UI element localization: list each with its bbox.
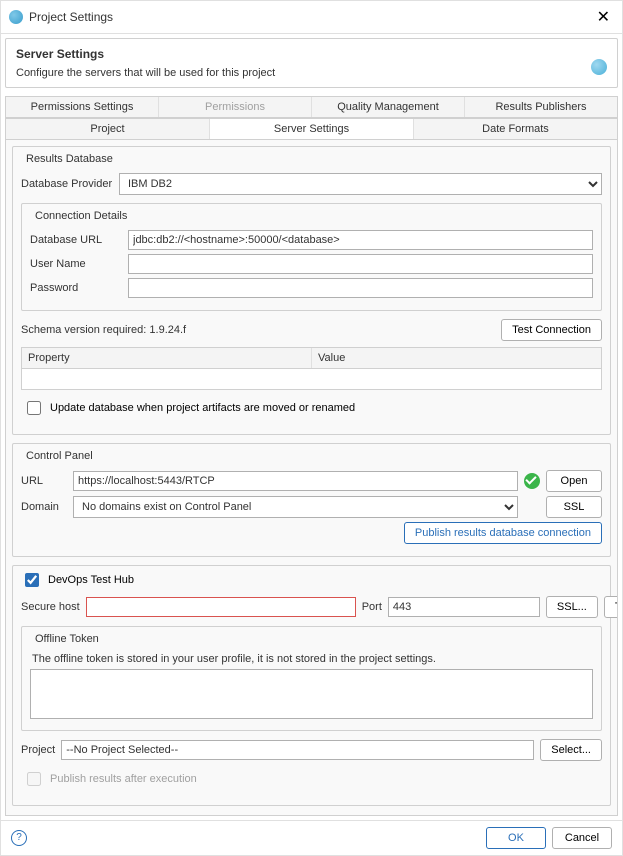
table-header-property: Property (22, 348, 312, 368)
devops-checkbox[interactable] (25, 573, 39, 587)
tab-quality-management[interactable]: Quality Management (312, 97, 465, 117)
test-connection-button[interactable]: Test Connection (501, 319, 602, 341)
publish-after-label: Publish results after execution (50, 773, 197, 785)
offline-token-group: Offline Token The offline token is store… (21, 626, 602, 731)
database-provider-label: Database Provider (21, 178, 113, 190)
cp-url-input[interactable] (73, 471, 518, 491)
cancel-button[interactable]: Cancel (552, 827, 612, 849)
devops-group: DevOps Test Hub Secure host Port SSL... … (12, 565, 611, 806)
close-icon[interactable]: ✕ (593, 7, 614, 27)
header-subtitle: Configure the servers that will be used … (16, 67, 591, 79)
update-database-checkbox[interactable] (27, 401, 41, 415)
secure-host-input[interactable] (86, 597, 356, 617)
tab-permissions-settings[interactable]: Permissions Settings (6, 97, 159, 117)
window-title: Project Settings (29, 10, 593, 24)
devops-test-button[interactable]: Test... (604, 596, 618, 618)
header-title: Server Settings (16, 47, 591, 61)
port-input[interactable] (388, 597, 540, 617)
control-panel-legend: Control Panel (23, 450, 96, 462)
secure-host-label: Secure host (21, 601, 80, 613)
table-header-value: Value (312, 348, 601, 368)
ok-button[interactable]: OK (486, 827, 546, 849)
open-button[interactable]: Open (546, 470, 602, 492)
tab-project[interactable]: Project (6, 119, 210, 139)
database-url-input[interactable] (128, 230, 593, 250)
ssl-button[interactable]: SSL (546, 496, 602, 518)
devops-label: DevOps Test Hub (48, 574, 134, 586)
user-name-label: User Name (30, 258, 122, 270)
titlebar: Project Settings ✕ (1, 1, 622, 34)
offline-token-input[interactable] (30, 669, 593, 719)
table-body (22, 369, 601, 389)
header-panel: Server Settings Configure the servers th… (5, 38, 618, 88)
cp-domain-select[interactable]: No domains exist on Control Panel (73, 496, 518, 518)
publish-connection-button[interactable]: Publish results database connection (404, 522, 602, 544)
publish-after-checkbox (27, 772, 41, 786)
database-url-label: Database URL (30, 234, 122, 246)
check-ok-icon (524, 473, 540, 489)
tab-server-settings[interactable]: Server Settings (210, 119, 414, 139)
offline-token-note: The offline token is stored in your user… (32, 653, 593, 665)
app-icon (9, 10, 23, 24)
property-table: Property Value (21, 347, 602, 390)
password-input[interactable] (128, 278, 593, 298)
results-database-group: Results Database Database Provider IBM D… (12, 146, 611, 435)
cp-url-label: URL (21, 475, 67, 487)
select-project-button[interactable]: Select... (540, 739, 602, 761)
tab-date-formats[interactable]: Date Formats (414, 119, 617, 139)
devops-ssl-button[interactable]: SSL... (546, 596, 598, 618)
help-icon[interactable]: ? (11, 830, 27, 846)
tabs: Permissions Settings Permissions Quality… (5, 96, 618, 140)
control-panel-group: Control Panel URL Open Domain No domains… (12, 443, 611, 557)
content-area: Results Database Database Provider IBM D… (5, 140, 618, 816)
footer: ? OK Cancel (1, 820, 622, 855)
devops-project-label: Project (21, 744, 55, 756)
devops-project-input[interactable] (61, 740, 534, 760)
user-name-input[interactable] (128, 254, 593, 274)
update-database-label: Update database when project artifacts a… (50, 402, 355, 414)
results-database-legend: Results Database (23, 153, 116, 165)
connection-details-legend: Connection Details (32, 210, 130, 222)
globe-icon (591, 59, 607, 75)
database-provider-select[interactable]: IBM DB2 (119, 173, 602, 195)
offline-token-legend: Offline Token (32, 633, 102, 645)
tab-results-publishers[interactable]: Results Publishers (465, 97, 617, 117)
cp-domain-label: Domain (21, 501, 67, 513)
tab-permissions: Permissions (159, 97, 312, 117)
schema-version-label: Schema version required: 1.9.24.f (21, 324, 495, 336)
password-label: Password (30, 282, 122, 294)
port-label: Port (362, 601, 382, 613)
connection-details-group: Connection Details Database URL User Nam… (21, 203, 602, 311)
